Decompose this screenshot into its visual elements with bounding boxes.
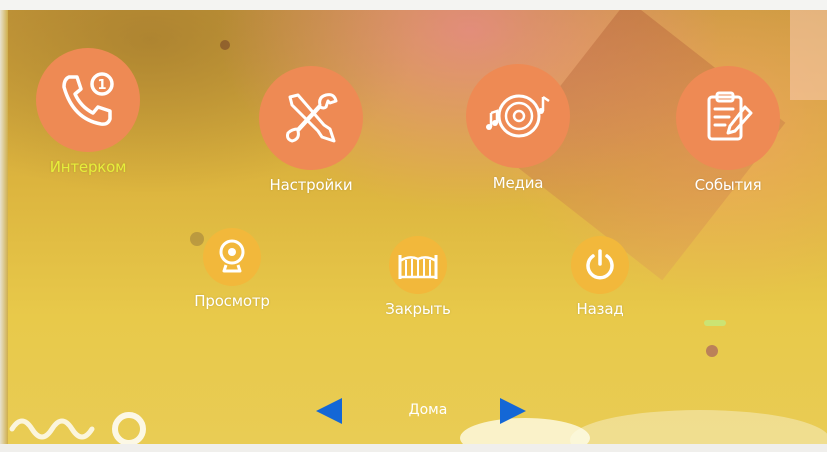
screen-bezel-top	[0, 0, 827, 10]
page-navigator: Дома	[300, 392, 540, 432]
app-view[interactable]: Просмотр	[180, 228, 284, 310]
app-close-label: Закрыть	[385, 300, 451, 318]
app-view-label: Просмотр	[194, 292, 270, 310]
app-media-circle[interactable]	[466, 64, 570, 168]
gate-icon	[398, 255, 438, 279]
app-settings-label: Настройки	[269, 176, 353, 194]
app-events-label: События	[694, 176, 762, 194]
webcam-icon	[219, 239, 245, 273]
app-close[interactable]: Закрыть	[374, 236, 462, 318]
previous-page-arrow-icon[interactable]	[316, 398, 342, 424]
intercom-badge: 1	[97, 78, 106, 93]
app-settings[interactable]: Настройки	[255, 66, 367, 194]
app-intercom[interactable]: 1 Интерком	[36, 48, 140, 176]
background-dot	[706, 345, 718, 357]
phone-call-icon: 1	[62, 72, 114, 126]
screen-bezel-bottom	[0, 444, 827, 452]
background-ring-icon	[112, 412, 146, 446]
background-bar	[704, 320, 726, 326]
app-back[interactable]: Назад	[556, 236, 644, 318]
app-media-label: Медиа	[492, 174, 544, 192]
app-intercom-circle[interactable]: 1	[36, 48, 140, 152]
app-media[interactable]: Медиа	[466, 64, 570, 192]
next-page-arrow-icon[interactable]	[500, 398, 526, 424]
music-disc-icon	[486, 94, 550, 138]
app-events[interactable]: События	[676, 66, 780, 194]
home-screen: 1 Интерком Настройки Медиа События Просм…	[0, 0, 827, 452]
app-back-label: Назад	[576, 300, 624, 318]
app-events-circle[interactable]	[676, 66, 780, 170]
app-back-circle[interactable]	[571, 236, 629, 294]
current-page-name: Дома	[408, 402, 448, 418]
power-icon	[586, 249, 614, 280]
app-settings-circle[interactable]	[259, 66, 363, 170]
background-dot	[220, 40, 230, 50]
app-close-circle[interactable]	[389, 236, 447, 294]
wrench-screwdriver-icon	[286, 93, 338, 143]
app-intercom-label: Интерком	[49, 158, 127, 176]
clipboard-edit-icon	[707, 91, 753, 141]
background-wave-icon	[9, 418, 95, 440]
screen-bezel-left	[0, 0, 8, 452]
background-corner-shape	[790, 10, 827, 100]
app-view-circle[interactable]	[203, 228, 261, 286]
